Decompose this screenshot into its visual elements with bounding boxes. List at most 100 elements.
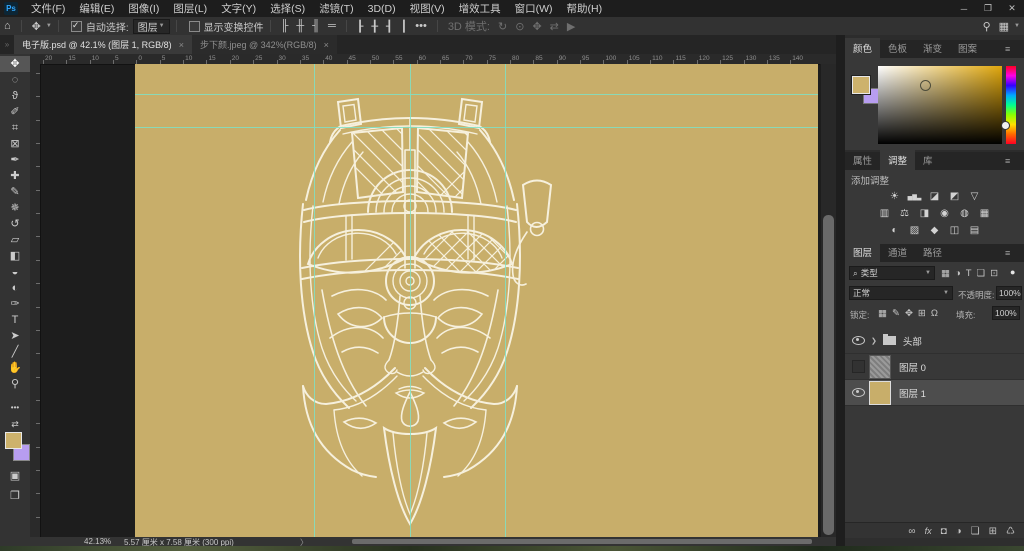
document-tab[interactable]: 步下颜.jpeg @ 342%(RGB/8)×	[192, 35, 337, 54]
distribute-right-icon[interactable]: ┨	[382, 21, 397, 33]
filter-smart-object-icon[interactable]: ⊡	[990, 268, 998, 279]
filter-shape-icon[interactable]: ❏	[977, 268, 986, 279]
foreground-color-swatch[interactable]	[852, 76, 870, 94]
show-transform-checkbox[interactable]	[189, 21, 200, 32]
menu-item[interactable]: 选择(S)	[263, 1, 312, 16]
foreground-color-swatch[interactable]	[5, 432, 22, 449]
black-white-icon[interactable]: ◨	[917, 208, 933, 219]
tab-图案[interactable]: 图案	[950, 38, 985, 58]
zoom-level-field[interactable]: 42.13%	[84, 537, 111, 546]
menu-item[interactable]: 3D(D)	[361, 3, 403, 15]
hand-tool[interactable]: ✋	[0, 360, 30, 376]
shape-tool[interactable]: ╱	[0, 344, 30, 360]
vertical-guide[interactable]	[505, 64, 506, 537]
distribute-spacing-icon[interactable]: ┃	[397, 21, 412, 33]
3d-scale-icon[interactable]: ▶	[563, 21, 579, 33]
threshold-icon[interactable]: ◆	[927, 225, 943, 236]
pen-tool[interactable]: ✑	[0, 296, 30, 312]
horizontal-scrollbar-thumb[interactable]	[352, 539, 812, 544]
3d-roll-icon[interactable]: ⊙	[511, 21, 528, 33]
panel-divider[interactable]	[836, 35, 845, 546]
layer-thumbnail[interactable]	[869, 355, 891, 379]
screen-mode-icon[interactable]: ❐	[0, 488, 30, 504]
auto-select-target-dropdown[interactable]: 图层▼	[133, 19, 170, 34]
history-brush-tool[interactable]: ↺	[0, 216, 30, 232]
tab-渐变[interactable]: 渐变	[915, 38, 950, 58]
move-tool-preset-icon[interactable]: ✥	[28, 20, 45, 33]
auto-select-checkbox[interactable]	[71, 21, 82, 32]
color-picker-field[interactable]	[878, 66, 1002, 144]
layer-filter-dropdown[interactable]: ⌕ 类型 ▼	[849, 266, 935, 280]
lock-pixels-icon[interactable]: ✎	[892, 308, 900, 319]
levels-icon[interactable]: ▅▇▃	[907, 194, 923, 201]
gradient-tool[interactable]: ◧	[0, 248, 30, 264]
filter-toggle-icon[interactable]: ●	[1010, 267, 1015, 277]
filter-type-icon[interactable]: T	[966, 268, 972, 279]
menu-item[interactable]: 图像(I)	[121, 1, 166, 16]
layer-row[interactable]: ❯头部	[845, 328, 1024, 354]
align-center-h-icon[interactable]: ╫	[292, 20, 308, 32]
brush-tool[interactable]: ✎	[0, 184, 30, 200]
invert-icon[interactable]: ◐	[887, 225, 903, 236]
healing-brush-tool[interactable]: ✚	[0, 168, 30, 184]
link-layers-icon[interactable]: ∞	[908, 526, 915, 537]
vertical-guide[interactable]	[410, 64, 411, 537]
document-tab[interactable]: 电子版.psd @ 42.1% (图层 1, RGB/8)×	[14, 35, 192, 54]
channel-mixer-icon[interactable]: ◍	[957, 208, 973, 219]
path-selection-tool[interactable]: ➤	[0, 328, 30, 344]
color-balance-icon[interactable]: ⚖	[897, 208, 913, 219]
hue-slider[interactable]	[1006, 66, 1016, 144]
layer-thumbnail[interactable]	[869, 381, 891, 405]
vibrance-icon[interactable]: ▽	[967, 191, 983, 202]
tab-overflow-icon[interactable]: »	[0, 35, 14, 54]
close-tab-icon[interactable]: ×	[324, 40, 329, 50]
vertical-guide[interactable]	[314, 64, 315, 537]
menu-item[interactable]: 编辑(E)	[72, 1, 121, 16]
workspace-switcher-icon[interactable]: ▦	[995, 20, 1013, 33]
quick-selection-tool[interactable]: ✐	[0, 104, 30, 120]
blend-mode-dropdown[interactable]: 正常▼	[849, 286, 953, 300]
lasso-tool[interactable]: ϑ	[0, 88, 30, 104]
panel-menu-icon[interactable]: ≡	[1005, 248, 1018, 258]
more-options-icon[interactable]: •••	[411, 20, 431, 32]
close-button[interactable]: ✕	[1000, 3, 1024, 14]
layer-visibility-toggle[interactable]	[852, 360, 865, 373]
layer-style-icon[interactable]: fx	[925, 526, 932, 536]
filter-pixel-icon[interactable]: ▦	[941, 268, 950, 279]
tab-图层[interactable]: 图层	[845, 242, 880, 262]
more-tools-icon[interactable]: •••	[0, 400, 30, 416]
menu-item[interactable]: 帮助(H)	[560, 1, 610, 16]
tab-通道[interactable]: 通道	[880, 242, 915, 262]
blur-tool[interactable]: ◒	[0, 264, 30, 280]
lock-all-icon[interactable]: Ω	[931, 308, 938, 319]
brightness-contrast-icon[interactable]: ☀	[887, 191, 903, 202]
marquee-tool[interactable]: ◌	[0, 72, 30, 88]
search-icon[interactable]: ⚲	[979, 20, 995, 33]
close-tab-icon[interactable]: ×	[179, 40, 184, 50]
menu-item[interactable]: 窗口(W)	[508, 1, 560, 16]
add-mask-icon[interactable]: ◘	[941, 526, 947, 537]
tab-颜色[interactable]: 颜色	[845, 38, 880, 58]
lock-position-icon[interactable]: ✥	[905, 308, 913, 319]
opacity-field[interactable]: 100%	[996, 286, 1022, 300]
align-right-icon[interactable]: ╢	[308, 20, 324, 32]
menu-item[interactable]: 文件(F)	[24, 1, 72, 16]
lock-transparency-icon[interactable]: ▦	[878, 308, 887, 319]
adjustment-layer-icon[interactable]: ◑	[956, 526, 962, 537]
align-left-icon[interactable]: ╟	[277, 20, 293, 32]
3d-drag-icon[interactable]: ✥	[528, 21, 545, 33]
vertical-ruler[interactable]	[30, 64, 41, 537]
layer-row[interactable]: 图层 0	[845, 354, 1024, 380]
layer-visibility-eye-icon[interactable]	[852, 336, 865, 345]
hue-saturation-icon[interactable]: ▥	[877, 208, 893, 219]
chevron-right-icon[interactable]: ❯	[871, 337, 877, 345]
panel-menu-icon[interactable]: ≡	[1005, 44, 1018, 54]
menu-item[interactable]: 文字(Y)	[214, 1, 263, 16]
posterize-icon[interactable]: ▨	[907, 225, 923, 236]
horizontal-guide[interactable]	[135, 94, 818, 95]
new-layer-icon[interactable]: ⊞	[989, 526, 997, 537]
menu-item[interactable]: 图层(L)	[166, 1, 214, 16]
exposure-icon[interactable]: ◩	[947, 191, 963, 202]
color-lookup-icon[interactable]: ▦	[977, 208, 993, 219]
tab-库[interactable]: 库	[915, 150, 941, 170]
